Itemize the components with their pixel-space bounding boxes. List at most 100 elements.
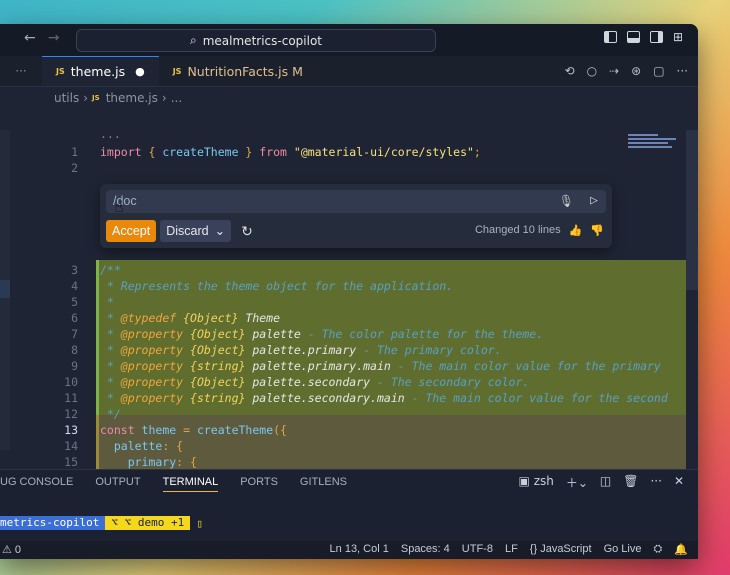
prompt-directory: metrics-copilot — [0, 516, 106, 530]
inline-chat-actions: Accept Discard ⌄ ↻ — [106, 220, 253, 242]
more-icon[interactable]: ··· — [650, 474, 661, 491]
regenerate-icon[interactable]: ↻ — [241, 223, 253, 240]
circle-icon[interactable]: ○ — [587, 64, 597, 78]
line-number: 12 — [64, 407, 78, 421]
code-token: Theme — [245, 311, 281, 325]
code-token: const — [100, 423, 142, 437]
encoding[interactable]: UTF-8 — [462, 543, 493, 556]
copilot-icon[interactable]: ⊛ — [631, 64, 641, 78]
code-token: createTheme — [162, 145, 239, 159]
minimap[interactable] — [628, 134, 678, 152]
notifications-icon[interactable]: 🔔 — [674, 543, 688, 556]
tab-ports[interactable]: PORTS — [240, 476, 278, 492]
more-actions-icon[interactable]: ··· — [0, 56, 42, 86]
code-text: * @typedef {Object} Theme — [100, 310, 280, 326]
breadcrumb-file[interactable]: theme.js — [106, 91, 158, 105]
trash-icon[interactable]: 🗑 — [623, 474, 638, 491]
code-token: @property — [120, 391, 191, 405]
problems-count[interactable]: ⚠ 0 — [2, 543, 21, 556]
send-icon[interactable]: ▷ — [590, 193, 598, 208]
code-token: * — [100, 391, 121, 405]
cursor-position[interactable]: Ln 13, Col 1 — [330, 543, 389, 556]
code-token: @property — [120, 375, 191, 389]
toggle-sidebar-icon[interactable] — [604, 31, 617, 43]
code-editor[interactable]: ··· 1 import { createTheme } from "@mater… — [0, 130, 698, 501]
code-token: palette — [100, 439, 163, 453]
code-token: @property — [120, 359, 191, 373]
code-token: = — [183, 423, 197, 437]
chevron-right-icon: › — [83, 91, 89, 105]
javascript-file-icon: JS — [172, 66, 182, 76]
editor-actions: ⟲ ○ ⇢ ⊛ ▢ ··· — [565, 64, 688, 78]
terminal-shell-icon[interactable]: ▣ zsh — [519, 474, 554, 491]
code-token: @typedef — [120, 311, 184, 325]
accept-button[interactable]: Accept — [106, 220, 157, 242]
copilot-status-icon[interactable]: ⛭ — [653, 543, 662, 556]
tab-theme-js[interactable]: JS theme.js ● — [42, 56, 159, 86]
tab-output[interactable]: OUTPUT — [95, 476, 140, 492]
code-token: * — [100, 327, 121, 341]
more-icon[interactable]: ··· — [677, 64, 688, 78]
javascript-file-icon: JS — [92, 94, 100, 102]
code-text: const theme = createTheme({ — [100, 422, 287, 438]
microphone-icon[interactable]: 🎙 — [559, 194, 574, 208]
tab-gitlens[interactable]: GITLENS — [300, 476, 347, 492]
split-editor-icon[interactable]: ▢ — [653, 64, 664, 78]
code-text: * @property {string} palette.primary.mai… — [100, 358, 661, 374]
code-text: * @property {string} palette.secondary.m… — [100, 390, 668, 406]
tab-debug-console[interactable]: UG CONSOLE — [0, 476, 73, 492]
layout-controls: ⊞ — [604, 31, 686, 43]
indentation[interactable]: Spaces: 4 — [401, 543, 450, 556]
line-ending[interactable]: LF — [505, 543, 518, 556]
code-token: - The main color value for the second — [411, 391, 668, 405]
code-token: import — [100, 145, 149, 159]
customize-layout-icon[interactable]: ⊞ — [673, 31, 686, 43]
language-mode[interactable]: {} JavaScript — [530, 543, 592, 556]
code-token: theme — [141, 423, 184, 437]
close-icon[interactable]: ✕ — [674, 474, 684, 491]
editor-scrollbar[interactable] — [686, 130, 698, 290]
split-terminal-icon[interactable]: ◫ — [600, 474, 611, 491]
unsaved-dot-icon[interactable]: ● — [135, 65, 145, 78]
toggle-secondary-sidebar-icon[interactable] — [650, 31, 663, 43]
terminal-prompt[interactable]: metrics-copilot ⌥ ⌥ demo +1 ▯ — [0, 516, 203, 530]
line-number: 6 — [71, 311, 78, 325]
code-token: {string} — [190, 391, 253, 405]
changed-lines-info: Changed 10 lines 👍 👎 — [475, 224, 604, 237]
code-token: palette.primary.main — [252, 359, 398, 373]
status-bar: ⚠ 0 Ln 13, Col 1 Spaces: 4 UTF-8 LF {} J… — [0, 541, 698, 559]
command-center[interactable]: ⌕ mealmetrics-copilot — [76, 29, 436, 52]
breadcrumb-more[interactable]: ... — [171, 91, 182, 105]
changed-lines-text: Changed 10 lines — [474, 224, 561, 236]
inline-chat-widget: /doc 🎙 ▷ Accept Discard ⌄ ↻ Changed 10 l… — [100, 184, 612, 248]
add-terminal-icon[interactable]: ＋⌄ — [566, 474, 588, 491]
line-number: 7 — [71, 327, 78, 341]
code-text: * @property {Object} palette.primary - T… — [100, 342, 502, 358]
line-number: 3 — [71, 263, 78, 277]
go-forward-icon[interactable]: ⇢ — [609, 64, 619, 78]
code-token: : { — [162, 439, 184, 453]
timeline-icon[interactable]: ⟲ — [565, 64, 575, 78]
minimap-line — [628, 134, 658, 136]
changed-gutter-marker — [96, 415, 99, 475]
code-token: - The main color value for the primary — [397, 359, 661, 373]
line-number: 9 — [71, 359, 78, 373]
back-arrow-icon[interactable]: ← — [24, 30, 36, 46]
window-title: mealmetrics-copilot — [202, 33, 322, 48]
code-token: /** — [100, 263, 121, 277]
discard-button[interactable]: Discard ⌄ — [160, 220, 232, 242]
thumbs-up-icon[interactable]: 👍 — [569, 224, 583, 237]
thumbs-down-icon[interactable]: 👎 — [590, 224, 604, 237]
go-live[interactable]: Go Live — [604, 543, 642, 556]
chevron-down-icon[interactable]: ⌄ — [215, 222, 225, 240]
tab-nutritionfacts-js[interactable]: JS NutritionFacts.js M — [159, 56, 317, 86]
forward-arrow-icon[interactable]: → — [48, 30, 60, 46]
inline-chat-input[interactable]: /doc 🎙 ▷ — [106, 190, 606, 213]
code-text: primary: { — [100, 454, 197, 470]
discard-label: Discard — [166, 224, 209, 238]
breadcrumb-folder[interactable]: utils — [54, 91, 79, 105]
tab-terminal[interactable]: TERMINAL — [162, 476, 219, 492]
explorer-selected-item — [0, 280, 10, 298]
modified-badge: M — [292, 63, 303, 79]
toggle-panel-icon[interactable] — [627, 31, 640, 43]
